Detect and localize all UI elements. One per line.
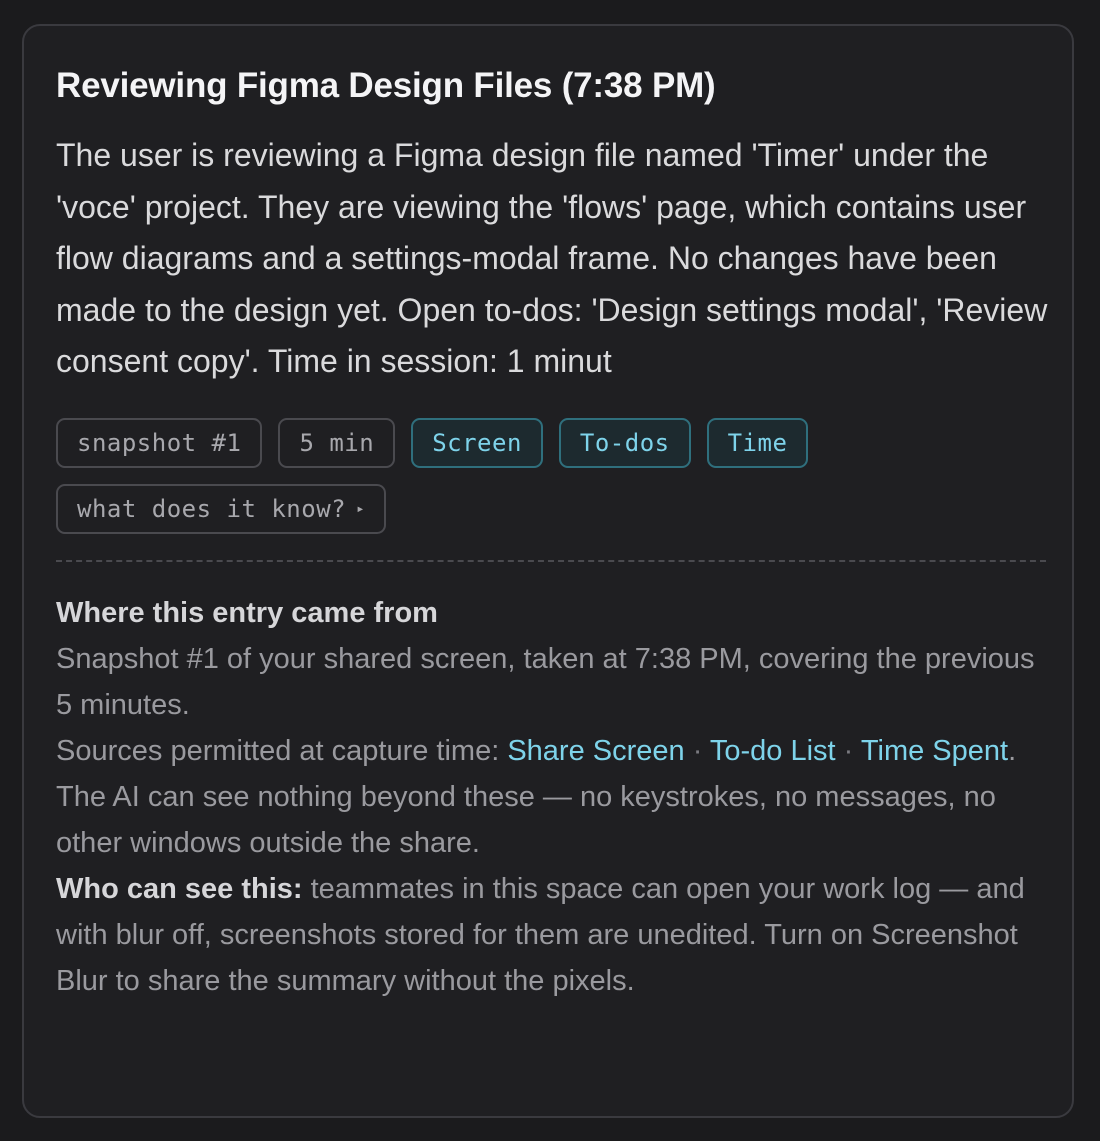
entry-title: Reviewing Figma Design Files (7:38 PM) [56, 66, 716, 105]
ai-limits-note: The AI can see nothing beyond these — no… [56, 780, 996, 859]
todo-list-link[interactable]: To-do List [710, 735, 836, 767]
snapshot-description: Snapshot #1 of your shared screen, taken… [56, 642, 1035, 721]
screen-source-chip[interactable]: Screen [411, 417, 543, 468]
duration-chip: 5 min [278, 417, 396, 468]
visibility-note: Who can see this: teammates in this spac… [56, 866, 1046, 1004]
visibility-label: Who can see this: [56, 872, 303, 905]
expand-arrow-icon: ▸ [356, 500, 366, 517]
what-does-it-know-label: what does it know? [77, 494, 347, 523]
sources-separator: · [835, 734, 861, 767]
what-does-it-know-button[interactable]: what does it know? ▸ [56, 483, 387, 534]
todos-source-chip[interactable]: To-dos [558, 417, 691, 468]
share-screen-link[interactable]: Share Screen [507, 735, 684, 767]
provenance-panel: Where this entry came from Snapshot #1 o… [56, 590, 1046, 1004]
time-source-chip[interactable]: Time [706, 417, 809, 468]
sources-separator: · [684, 734, 710, 767]
time-spent-link[interactable]: Time Spent [861, 735, 1008, 767]
entry-card: Reviewing Figma Design Files (7:38 PM) T… [22, 24, 1074, 1118]
sources-suffix: . [1008, 734, 1017, 767]
dashed-divider [56, 559, 1046, 562]
entry-summary: The user is reviewing a Figma design fil… [56, 137, 1048, 379]
provenance-heading: Where this entry came from [56, 596, 438, 629]
sources-prefix: Sources permitted at capture time: [56, 734, 508, 767]
snapshot-chip: snapshot #1 [56, 417, 263, 468]
permitted-sources-line: Sources permitted at capture time: Share… [56, 728, 1046, 774]
chip-row: snapshot #1 5 min Screen To-dos Time wha… [56, 417, 1056, 534]
